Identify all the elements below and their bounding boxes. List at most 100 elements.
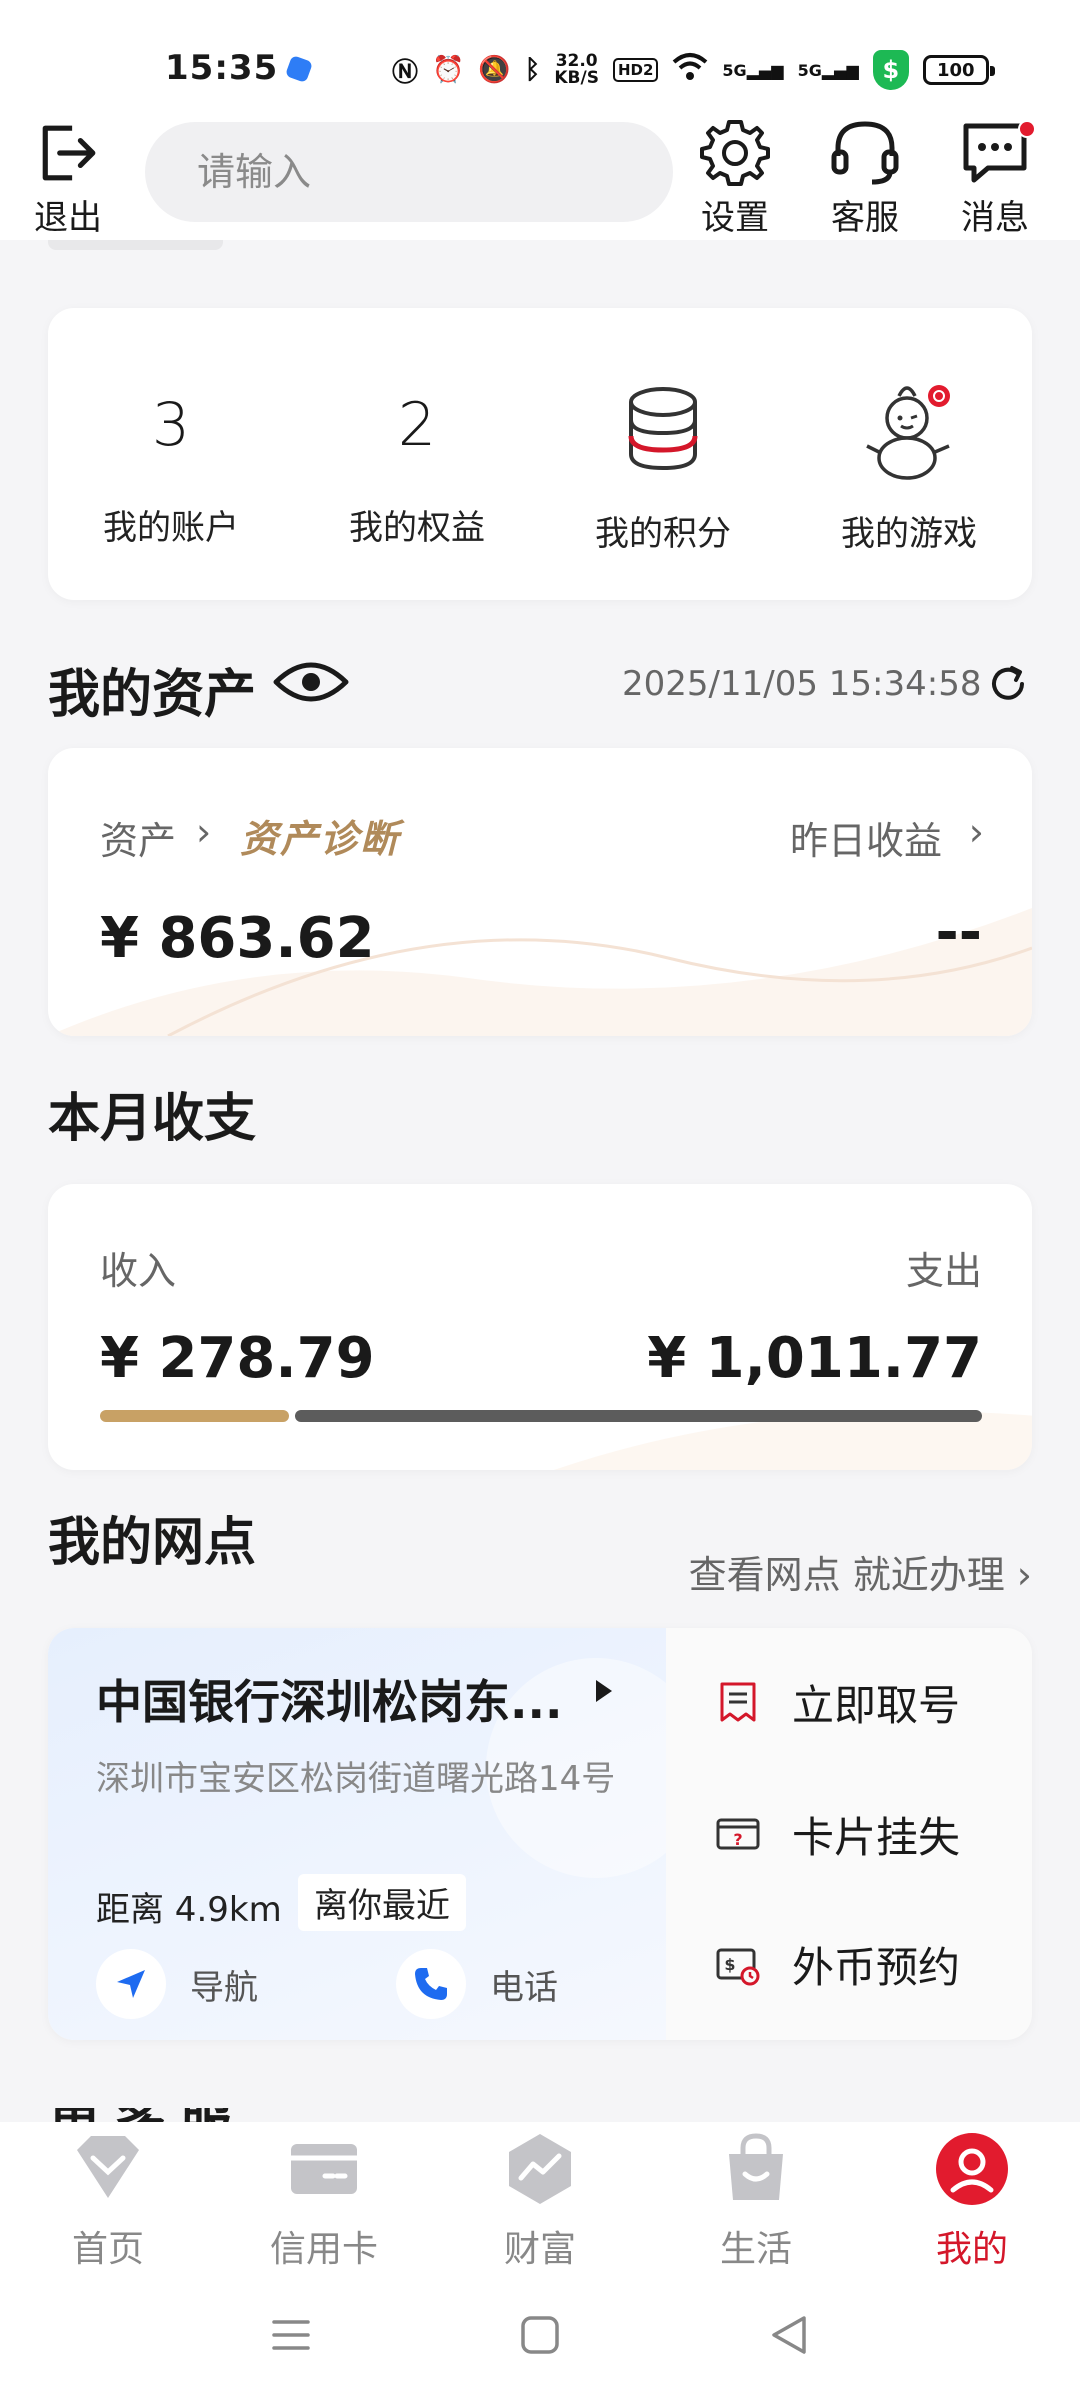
phone-button[interactable]: 电话 [396,1946,558,2022]
branch-distance: 距离 4.9km [96,1890,282,1930]
alarm-icon: ⏰ [432,55,465,85]
battery-icon: 100 [922,55,995,85]
system-nav-bar [0,2272,1080,2400]
income-label: 收入 [100,1249,177,1293]
nav-credit-card-label: 信用卡 [269,2229,378,2270]
signal-5g-icon-2: 5G▂▄▆ [797,60,859,80]
accounts-count: 3 [151,390,191,460]
chevron-right-icon: › [196,810,212,854]
navigation-arrow-icon [117,1970,145,1998]
chevron-right-icon: › [968,810,984,854]
nearest-tag: 离你最近 [298,1874,466,1931]
settings-label: 设置 [701,198,769,238]
nav-home-label: 首页 [71,2229,144,2270]
my-accounts-link[interactable]: 3 我的账户 [48,308,294,600]
search-bar[interactable] [145,122,673,222]
customer-service-label: 客服 [831,198,899,238]
wealth-chart-icon [509,2134,571,2204]
expense-amount: ¥ 1,011.77 [647,1326,982,1391]
branch-services: 立即取号 ? 卡片挂失 $ 外币预约 [666,1628,1032,2040]
app-notification-icon [284,54,314,84]
income-expense-bar [100,1410,982,1422]
nfc-icon: Ⓝ [392,57,419,88]
yesterday-earnings-label[interactable]: 昨日收益 [790,810,942,865]
monthly-card[interactable]: 收入 支出 ¥ 278.79 ¥ 1,011.77 [48,1184,1032,1470]
home-icon[interactable] [517,2312,563,2358]
branch-info[interactable]: 中国银行深圳松岗东... 深圳市宝安区松岗街道曙光路14号 距离 4.9km 离… [48,1628,666,2040]
search-input[interactable] [197,150,670,194]
unread-badge [1018,120,1036,138]
nav-life-label: 生活 [719,2229,792,2270]
credit-card-icon [291,2144,357,2194]
income-amount: ¥ 278.79 [100,1326,375,1391]
play-arrow-icon [596,1680,612,1702]
my-benefits-link[interactable]: 2 我的权益 [294,308,540,600]
wifi-icon [672,52,708,89]
exit-icon [42,125,96,181]
my-games-link[interactable]: 我的游戏 [786,308,1032,600]
status-bar: 15:35 Ⓝ ⏰ 🔕 ᛒ 32.0 KB/S HD2 5G▂▄▆ 5G▂▄▆ $… [0,0,1080,110]
status-time: 15:35 [165,48,279,88]
signal-5g-icon: 5G▂▄▆ [722,60,784,80]
refresh-icon[interactable] [986,662,1030,706]
security-shield-icon: $ [872,50,909,90]
foreign-currency-button[interactable]: $ 外币预约 [714,1924,960,2004]
benefits-count: 2 [397,390,437,460]
assets-section-title: 我的资产 [48,665,257,725]
card-loss-label: 卡片挂失 [792,1812,961,1862]
assets-card[interactable]: 资产 › 资产诊断 昨日收益 › ¥ 863.62 -- [48,748,1032,1036]
nav-mine-label: 我的 [935,2229,1008,2270]
svg-text:$: $ [724,1955,735,1974]
branch-section-title: 我的网点 [48,1513,257,1573]
monthly-section-title: 本月收支 [48,1089,257,1149]
accounts-label: 我的账户 [103,508,239,548]
my-points-link[interactable]: 我的积分 [540,308,786,600]
assets-label[interactable]: 资产 [100,810,176,865]
branch-name[interactable]: 中国银行深圳松岗东... [96,1666,566,1732]
branch-address: 深圳市宝安区松岗街道曙光路14号 [96,1759,616,1799]
bottom-nav: 首页 信用卡 财富 生活 我的 [0,2122,1080,2272]
settings-button[interactable]: 设置 [680,116,790,239]
nav-home[interactable]: 首页 [0,2122,216,2272]
benefits-label: 我的权益 [349,508,485,548]
shopping-bag-icon [729,2133,783,2200]
card-loss-button[interactable]: ? 卡片挂失 [714,1794,960,1874]
nav-mine[interactable]: 我的 [864,2122,1080,2272]
eye-icon[interactable] [272,654,350,710]
nav-wealth[interactable]: 财富 [432,2122,648,2272]
quick-links-card: 3 我的账户 2 我的权益 我的积分 我的游戏 [48,308,1032,600]
branch-card: 中国银行深圳松岗东... 深圳市宝安区松岗街道曙光路14号 距离 4.9km 离… [48,1628,1032,2040]
messages-label: 消息 [961,198,1029,238]
card-question-icon: ? [716,1818,760,1850]
phone-icon [415,1968,447,2000]
total-assets-amount: ¥ 863.62 [100,906,375,971]
snowman-mascot-icon [866,385,950,480]
exit-button[interactable]: 退出 [28,122,108,239]
bluetooth-icon: ᛒ [524,55,541,85]
nav-credit-card[interactable]: 信用卡 [216,2122,432,2272]
games-label: 我的游戏 [841,514,977,554]
wave-decoration [48,908,1032,1036]
back-icon[interactable] [766,2312,812,2358]
asset-diagnosis-link[interactable]: 资产诊断 [240,808,400,863]
home-diamond-icon [77,2136,139,2198]
exit-label: 退出 [34,198,102,238]
svg-text:?: ? [733,1830,742,1849]
recent-apps-icon[interactable] [268,2312,314,2358]
messages-button[interactable]: 消息 [940,116,1050,239]
phone-label: 电话 [490,1967,558,2008]
mute-icon: 🔕 [478,55,511,85]
take-number-button[interactable]: 立即取号 [714,1662,960,1742]
profile-icon [936,2133,1008,2205]
navigate-button[interactable]: 导航 [96,1946,258,2022]
customer-service-button[interactable]: 客服 [810,116,920,239]
income-bar-segment [100,1410,289,1422]
nav-life[interactable]: 生活 [648,2122,864,2272]
top-header: 退出 设置 客服 [0,110,1080,240]
view-branches-link[interactable]: 查看网点 就近办理 › [689,1544,1032,1599]
points-label: 我的积分 [595,514,731,554]
gear-icon [700,120,770,186]
headset-icon [831,121,899,185]
currency-reservation-icon: $ [716,1948,760,1986]
assets-timestamp: 2025/11/05 15:34:58 [622,664,982,704]
